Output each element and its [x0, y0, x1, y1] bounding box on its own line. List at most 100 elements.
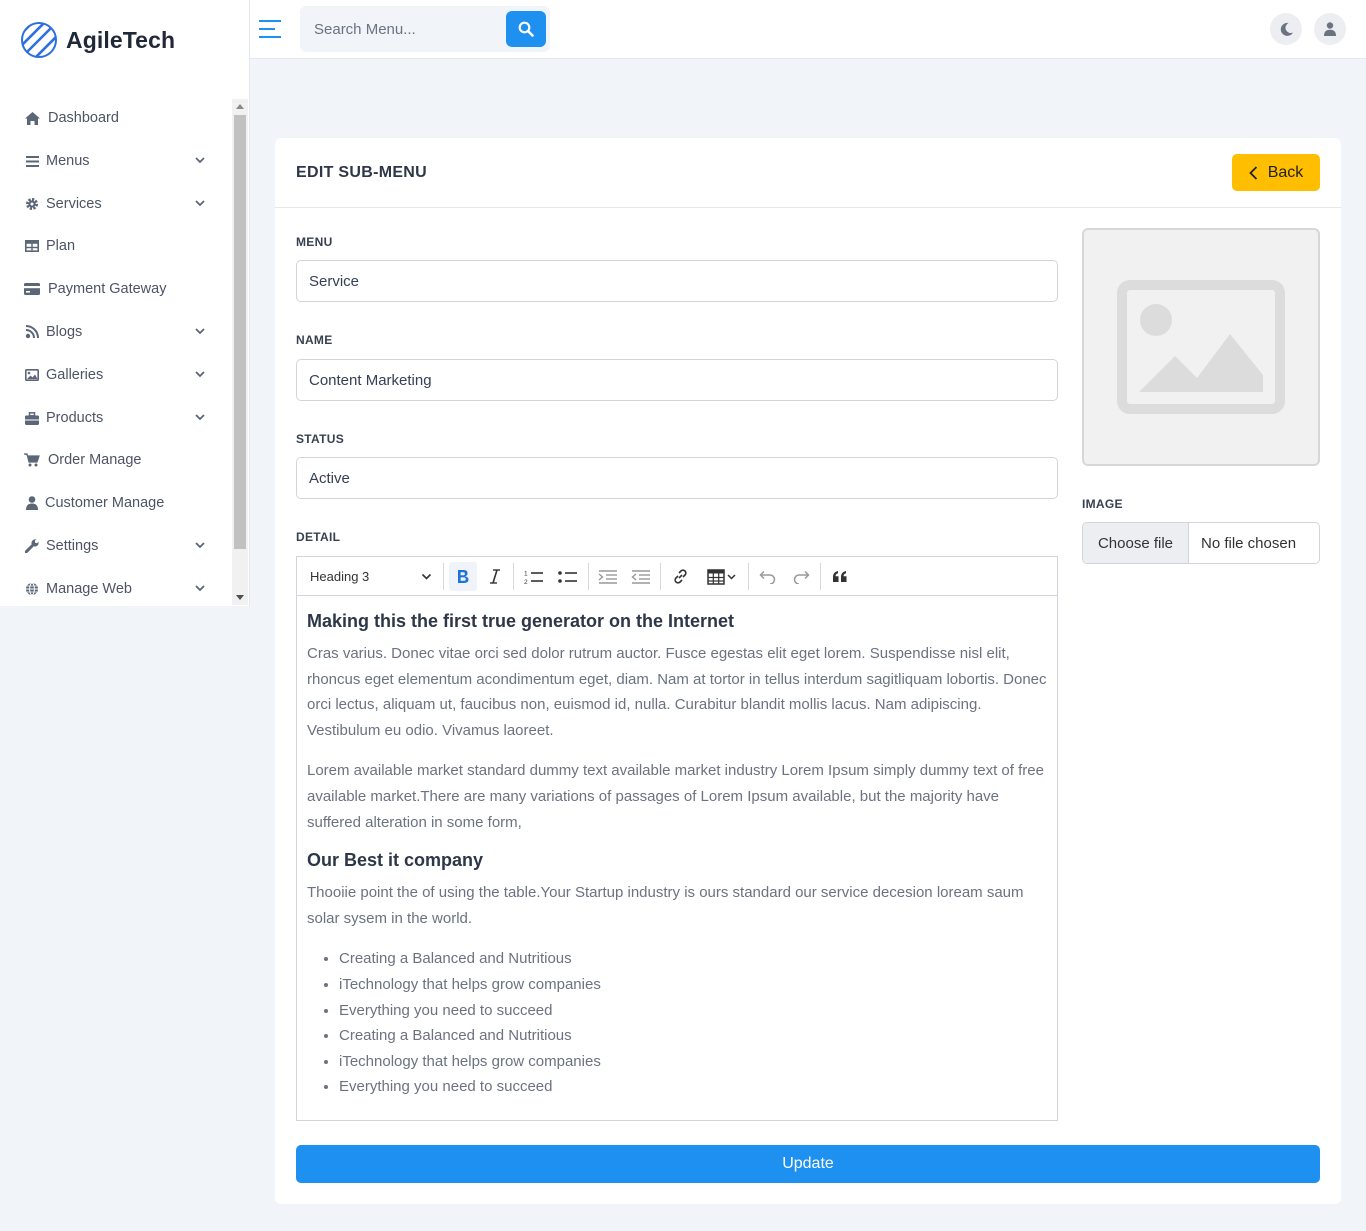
chevron-down-icon	[195, 542, 205, 549]
scroll-down-arrow-icon[interactable]	[236, 595, 244, 600]
bars-icon	[24, 153, 40, 169]
topbar	[250, 0, 1366, 59]
list-item: Creating a Balanced and Nutritious	[339, 946, 1047, 972]
moon-icon	[1280, 22, 1293, 36]
redo-button[interactable]	[787, 562, 815, 591]
user-icon	[24, 495, 40, 511]
sidebar-item-label: Manage Web	[46, 581, 132, 597]
blog-icon	[24, 324, 40, 340]
svg-text:2: 2	[524, 579, 528, 585]
content-paragraph: Thooiie point the of using the table.You…	[307, 884, 1024, 927]
bold-icon	[458, 570, 469, 583]
detail-label: DETAIL	[296, 530, 341, 544]
sidebar-item-label: Plan	[46, 238, 76, 254]
bulleted-list-button[interactable]	[554, 562, 582, 591]
sidebar-item-blogs[interactable]: Blogs	[0, 312, 232, 352]
sidebar-item-services[interactable]: Services	[0, 184, 232, 224]
undo-icon	[759, 570, 776, 584]
sidebar-item-payment-gateway[interactable]: Payment Gateway	[0, 269, 232, 309]
heading-select[interactable]: Heading 3	[302, 562, 440, 591]
svg-text:1: 1	[524, 570, 528, 577]
insert-table-button[interactable]	[702, 562, 742, 591]
sidebar-item-label: Blogs	[46, 324, 83, 340]
link-icon	[673, 569, 687, 584]
name-field[interactable]	[296, 359, 1058, 401]
sidebar-item-customer-manage[interactable]: Customer Manage	[0, 483, 232, 523]
numbered-list-button[interactable]: 12	[520, 562, 548, 591]
sidebar-item-manage-web[interactable]: Manage Web	[0, 569, 232, 606]
bold-button[interactable]	[449, 562, 477, 591]
theme-toggle-button[interactable]	[1270, 13, 1302, 45]
blockquote-icon	[833, 571, 847, 582]
search-icon	[518, 21, 534, 37]
menu-label: MENU	[296, 235, 333, 249]
list-item: Everything you need to succeed	[339, 1074, 1047, 1100]
toolbar-divider	[748, 563, 749, 590]
chevron-down-icon	[195, 414, 205, 421]
toolbar-divider	[443, 563, 444, 590]
search-input[interactable]	[300, 6, 505, 52]
list-item: iTechnology that helps grow companies	[339, 972, 1047, 998]
hamburger-icon[interactable]	[259, 18, 283, 40]
italic-icon	[490, 569, 500, 584]
toolbar-divider	[513, 563, 514, 590]
content-heading: Our Best it company	[307, 850, 484, 871]
undo-button[interactable]	[754, 562, 782, 591]
scrollbar-thumb[interactable]	[234, 115, 246, 549]
editor-content[interactable]: Making this the first true generator on …	[297, 596, 1057, 1120]
list-item: iTechnology that helps grow companies	[339, 1049, 1047, 1075]
image-preview	[1082, 228, 1320, 466]
card-header: EDIT SUB-MENU Back	[275, 138, 1341, 208]
rich-text-editor: Heading 3 12 Making this the first true …	[296, 556, 1058, 1121]
indent-button[interactable]	[594, 562, 622, 591]
update-button[interactable]: Update	[296, 1145, 1320, 1183]
sidebar-item-galleries[interactable]: Galleries	[0, 355, 232, 395]
toolbar-divider	[820, 563, 821, 590]
wrench-icon	[24, 538, 40, 554]
home-icon	[24, 110, 40, 126]
credit-card-icon	[24, 281, 40, 297]
blockquote-button[interactable]	[826, 562, 854, 591]
list-item: Creating a Balanced and Nutritious	[339, 1023, 1047, 1049]
toolbar-divider	[660, 563, 661, 590]
menu-field[interactable]	[296, 260, 1058, 302]
search-button[interactable]	[506, 11, 546, 47]
sidebar-item-plan[interactable]: Plan	[0, 226, 232, 266]
heading-select-value: Heading 3	[310, 569, 370, 584]
status-field[interactable]	[296, 457, 1058, 499]
back-button[interactable]: Back	[1232, 154, 1320, 191]
sidebar-item-order-manage[interactable]: Order Manage	[0, 440, 232, 480]
sidebar-item-settings[interactable]: Settings	[0, 526, 232, 566]
italic-button[interactable]	[481, 562, 509, 591]
content-list: Creating a Balanced and Nutritious iTech…	[307, 946, 1047, 1100]
sidebar-item-label: Payment Gateway	[48, 281, 167, 297]
page-title: EDIT SUB-MENU	[296, 164, 428, 181]
sidebar-item-label: Products	[46, 410, 104, 426]
outdent-button[interactable]	[627, 562, 655, 591]
brand-logo[interactable]: AgileTech	[20, 20, 175, 60]
sidebar-item-label: Order Manage	[48, 452, 142, 468]
image-file-input[interactable]: Choose file No file chosen	[1082, 522, 1320, 564]
numbered-list-icon: 12	[524, 570, 543, 585]
chevron-left-icon	[1248, 165, 1257, 180]
status-label: STATUS	[296, 432, 345, 446]
choose-file-button[interactable]: Choose file	[1083, 523, 1189, 563]
cart-icon	[24, 452, 40, 468]
content-paragraph: Lorem available market standard dummy te…	[307, 762, 1044, 831]
image-placeholder-icon	[1117, 280, 1285, 414]
name-label: NAME	[296, 333, 333, 347]
link-button[interactable]	[666, 562, 694, 591]
scroll-up-arrow-icon[interactable]	[236, 104, 244, 109]
sidebar-item-label: Services	[46, 196, 102, 212]
user-menu-button[interactable]	[1314, 13, 1346, 45]
content-heading: Making this the first true generator on …	[307, 611, 735, 631]
indent-icon	[598, 569, 617, 584]
sidebar-item-label: Customer Manage	[45, 495, 165, 511]
sidebar-item-products[interactable]: Products	[0, 398, 232, 438]
sidebar-item-dashboard[interactable]: Dashboard	[0, 98, 232, 138]
sidebar-scrollbar[interactable]	[232, 99, 248, 605]
sidebar-item-menus[interactable]: Menus	[0, 141, 232, 181]
editor-toolbar: Heading 3 12	[297, 557, 1057, 596]
briefcase-icon	[24, 410, 40, 426]
search-box	[300, 6, 550, 52]
